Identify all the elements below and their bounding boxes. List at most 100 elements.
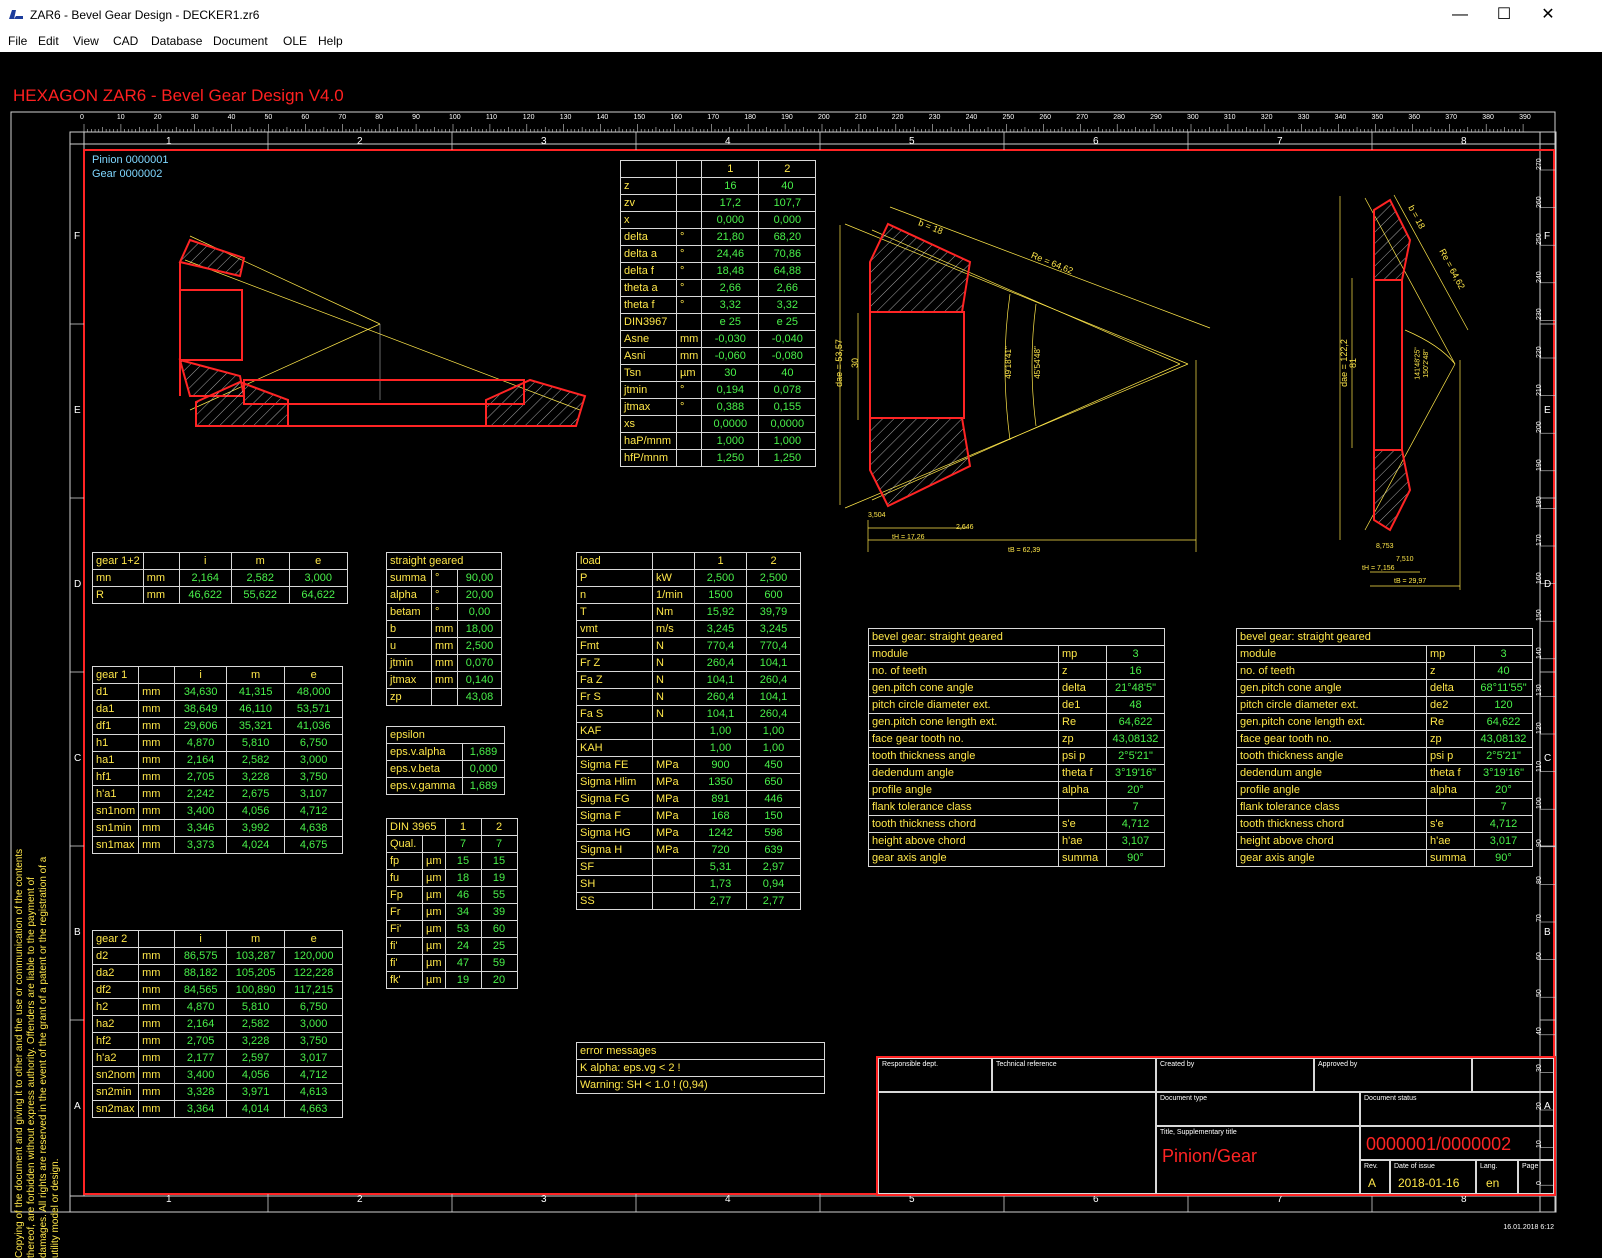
table-cell: 3 xyxy=(1106,645,1165,663)
table-cell: 3,971 xyxy=(226,1083,286,1101)
table-row: fi' µm 24 25 xyxy=(386,937,518,955)
table-row: d2 mm 86,575 103,287 120,000 xyxy=(91,947,344,965)
table-header: error messages xyxy=(576,1042,825,1060)
table-cell: face gear tooth no. xyxy=(1236,730,1427,748)
ruler-top-label: 260 xyxy=(1039,114,1052,121)
table-row: theta f ° 3,32 3,32 xyxy=(620,296,817,314)
table-cell: df1 xyxy=(91,717,140,735)
ruler-top-label: 270 xyxy=(1076,114,1088,121)
table-cell: SS xyxy=(576,892,653,910)
table-cell: 1,000 xyxy=(701,432,760,450)
ruler-right-label: 260 xyxy=(1536,195,1543,208)
table-cell: 84,565 xyxy=(174,981,228,999)
table-cell: N xyxy=(652,705,695,723)
table-cell: 68,20 xyxy=(758,228,817,246)
table-row: module mp 3 xyxy=(1236,645,1533,663)
table-cell: ° xyxy=(675,262,703,280)
table-cell: 3 xyxy=(1474,645,1533,663)
table-cell: sn2max xyxy=(91,1100,140,1118)
table-cell: 4,712 xyxy=(1106,815,1165,833)
header-cell: e xyxy=(288,552,348,570)
table-cell: 3,400 xyxy=(174,1066,228,1084)
table-cell: MPa xyxy=(652,824,695,842)
table-cell: 30 xyxy=(701,364,760,382)
param-table: 1 2 z 16 40 zv 17,2 107,7 x 0,000 0,000 delta ° 21,80… xyxy=(620,160,817,467)
table-cell: 2,66 xyxy=(758,279,817,297)
table-cell: 39 xyxy=(480,903,518,921)
table-cell: 15 xyxy=(480,852,518,870)
table-cell: delta a xyxy=(620,245,677,263)
table-cell: 3,400 xyxy=(174,802,228,820)
table-cell: 1350 xyxy=(694,773,747,791)
ruler-top-label: 180 xyxy=(744,114,756,121)
table-cell: gear axis angle xyxy=(868,849,1059,867)
table-cell: Nm xyxy=(652,603,695,621)
table-cell: n xyxy=(576,586,653,604)
table-cell: 2,500 xyxy=(694,569,747,587)
ruler-top-label: 130 xyxy=(559,114,572,121)
din3965-table: DIN 3965 1 2 Qual. 7 7 fp µm 15 15 fu µm 18 19 Fp µm 46 5… xyxy=(386,818,518,989)
table-cell: 20° xyxy=(1106,781,1165,799)
table-cell: 2,242 xyxy=(174,785,228,803)
ruler-right-label: 250 xyxy=(1536,233,1543,246)
table-cell: SF xyxy=(576,858,653,876)
dim-d1s: 30 xyxy=(850,357,861,369)
ruler-right-label: 150 xyxy=(1536,609,1543,622)
table-cell: h'ae xyxy=(1058,832,1107,850)
table-cell: 21,80 xyxy=(701,228,760,246)
table-row: haP/mnm 1,000 1,000 xyxy=(620,432,817,450)
table-cell: 2,500 xyxy=(746,569,801,587)
gear2-table: gear 2 i m e d2 mm 86,575 103,287 120,000 da2 mm 88… xyxy=(91,930,344,1118)
table-row: pitch circle diameter ext. de2 120 xyxy=(1236,696,1533,714)
table-cell: 650 xyxy=(746,773,801,791)
table-cell: 0,000 xyxy=(462,760,505,778)
table-cell: eps.v.beta xyxy=(386,760,463,778)
table-cell: xs xyxy=(620,415,677,433)
table-row: ha2 mm 2,164 2,582 3,000 xyxy=(91,1015,344,1033)
dim-ang2a: 141'48'25" xyxy=(1414,347,1422,380)
table-cell: 90° xyxy=(1474,849,1533,867)
table-cell: 3,228 xyxy=(226,768,286,786)
table-cell: ° xyxy=(675,296,703,314)
header-cell xyxy=(142,552,180,570)
table-cell: 19 xyxy=(444,971,482,989)
table-cell: 3°19'16" xyxy=(1474,764,1533,782)
table-cell: 2,675 xyxy=(226,785,286,803)
table-cell: 1,00 xyxy=(746,739,801,757)
table-row: Tsn µm 30 40 xyxy=(620,364,817,382)
table-cell: 3,750 xyxy=(284,768,344,786)
table-cell: 103,287 xyxy=(226,947,286,965)
table-cell: ° xyxy=(675,279,703,297)
table-cell: 1242 xyxy=(694,824,747,842)
table-cell: m/s xyxy=(652,620,695,638)
ruler-top-label: 170 xyxy=(707,114,719,121)
table-cell: fi' xyxy=(386,954,423,972)
header-cell: 1 xyxy=(444,818,482,836)
table-cell: 3,245 xyxy=(694,620,747,638)
header-cell: 1 xyxy=(701,160,760,178)
tb-page-label: Page xyxy=(1518,1160,1554,1194)
table-cell: 1500 xyxy=(694,586,747,604)
table-cell: MPa xyxy=(652,756,695,774)
table-cell: 34 xyxy=(444,903,482,921)
ruler-top-label: 380 xyxy=(1482,114,1494,121)
header-cell: error messages xyxy=(576,1042,825,1060)
table-cell: 7 xyxy=(480,835,518,853)
table-cell: z xyxy=(1058,662,1107,680)
table-row: KAH 1,00 1,00 xyxy=(576,739,801,757)
table-cell xyxy=(675,432,703,450)
table-cell: pitch circle diameter ext. xyxy=(868,696,1059,714)
table-cell: mm xyxy=(138,1100,176,1118)
header-cell: bevel gear: straight geared xyxy=(1236,628,1533,646)
table-cell: face gear tooth no. xyxy=(868,730,1059,748)
frame-col-label: 1 xyxy=(166,136,172,147)
table-cell: eps.v.gamma xyxy=(386,777,463,795)
ruler-top-label: 280 xyxy=(1113,114,1125,121)
table-row: Fa S N 104,1 260,4 xyxy=(576,705,801,723)
header-cell: 2 xyxy=(758,160,817,178)
table-row: sn1nom mm 3,400 4,056 4,712 xyxy=(91,802,344,820)
pinion-label: Pinion 0000001 xyxy=(92,154,169,166)
ruler-top-label: 250 xyxy=(1002,114,1015,121)
table-cell: gear axis angle xyxy=(1236,849,1427,867)
table-cell: profile angle xyxy=(868,781,1059,799)
